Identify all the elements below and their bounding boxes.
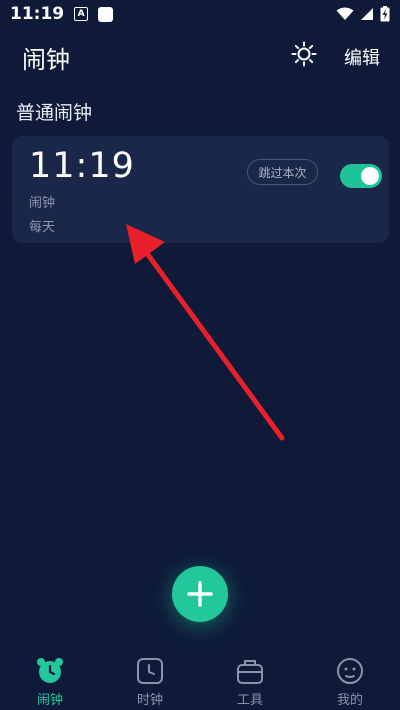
nav-item-profile[interactable]: 我的 xyxy=(300,650,400,710)
add-alarm-button[interactable] xyxy=(172,566,228,622)
nav-label: 我的 xyxy=(336,693,363,708)
clock-icon xyxy=(137,658,163,684)
nav-label: 时钟 xyxy=(136,693,163,708)
edit-button[interactable]: 编辑 xyxy=(344,44,380,70)
toggle-knob xyxy=(361,167,379,185)
theme-button[interactable] xyxy=(290,40,318,68)
nav-item-alarm[interactable]: 闹钟 xyxy=(0,650,100,710)
status-indicators xyxy=(336,6,390,22)
signal-icon xyxy=(361,8,373,20)
page-title: 闹钟 xyxy=(22,46,70,74)
sun-icon xyxy=(291,41,317,67)
alarm-time: 11:19 xyxy=(29,146,135,186)
profile-face-icon xyxy=(337,658,363,684)
app-header: 闹钟 编辑 xyxy=(0,36,400,76)
alarm-repeat: 每天 xyxy=(29,220,56,235)
alarm-clock-icon xyxy=(37,658,63,683)
notification-a-icon: A xyxy=(74,7,89,21)
wifi-icon xyxy=(336,7,354,20)
nav-item-tools[interactable]: 工具 xyxy=(200,650,300,710)
battery-charging-icon xyxy=(380,6,390,22)
nav-label: 工具 xyxy=(236,693,263,708)
plus-icon xyxy=(187,581,213,607)
section-title: 普通闹钟 xyxy=(16,102,93,124)
status-bar: 11:19 A xyxy=(0,0,400,28)
notification-square-icon xyxy=(98,6,114,22)
nav-label: 闹钟 xyxy=(36,693,63,708)
alarm-card[interactable]: 11:19 闹钟 每天 跳过本次 xyxy=(12,136,389,243)
alarm-label: 闹钟 xyxy=(29,196,56,211)
alarm-toggle[interactable] xyxy=(340,164,382,188)
nav-item-clock[interactable]: 时钟 xyxy=(100,650,200,710)
bottom-nav: 闹钟 时钟 工具 我的 xyxy=(0,650,400,710)
skip-once-button[interactable]: 跳过本次 xyxy=(247,159,318,185)
status-time: 11:19 xyxy=(10,4,65,24)
toolbox-icon xyxy=(237,660,263,684)
